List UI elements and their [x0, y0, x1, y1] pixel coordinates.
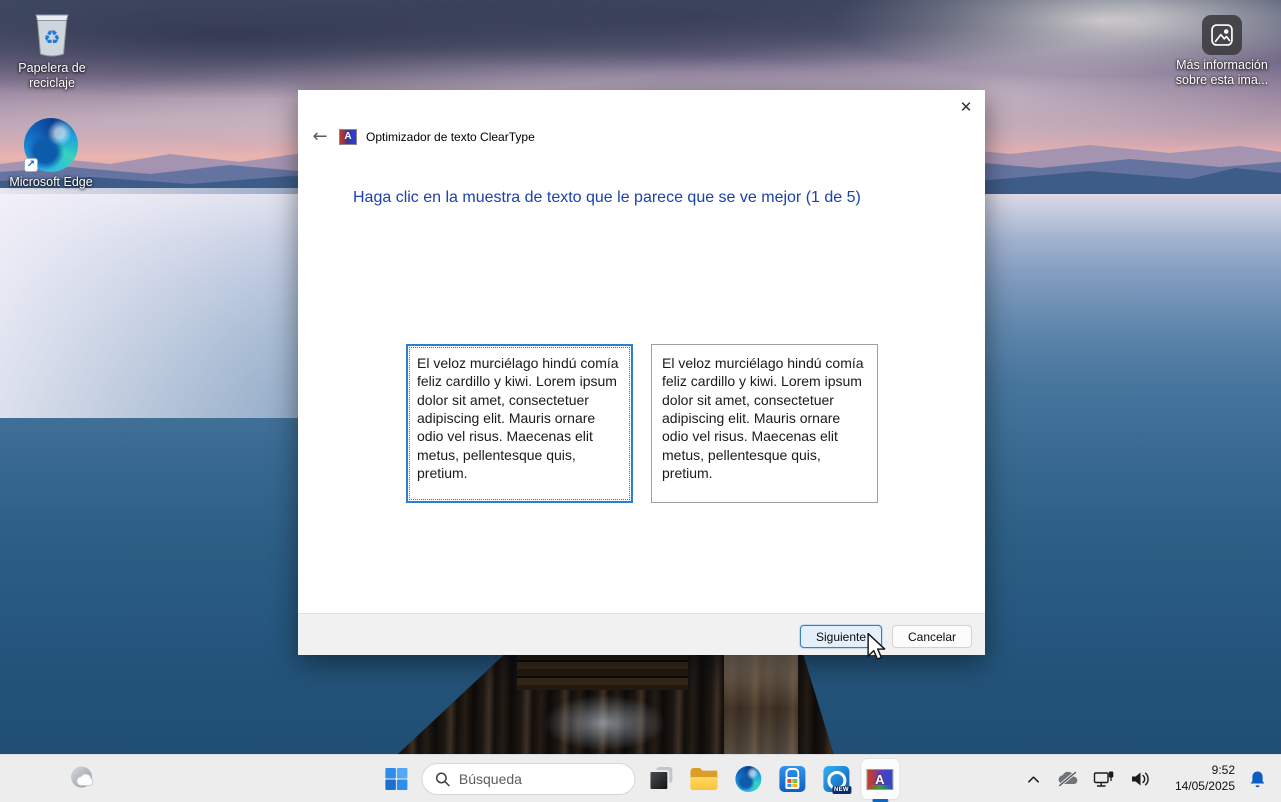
cleartype-app-icon: A [339, 128, 357, 145]
wooden-dock [398, 653, 834, 754]
dock-cross-planks [516, 653, 689, 691]
widgets-button[interactable] [64, 759, 102, 799]
notification-bell-icon [1250, 771, 1264, 788]
tray-time: 9:52 [1211, 763, 1235, 778]
search-icon [435, 772, 450, 786]
outlook-new-badge: NEW [831, 786, 851, 794]
outlook-button[interactable]: NEW [817, 759, 855, 799]
cleartype-letter: A [344, 130, 352, 142]
task-view-icon [647, 767, 672, 791]
taskbar-search[interactable] [420, 763, 635, 795]
spotlight-picture-icon [1202, 15, 1242, 55]
desktop-icon-label: Papelera de reciclaje [18, 61, 86, 90]
shortcut-arrow-icon: ↗ [24, 158, 38, 172]
cleartype-letter: A [875, 771, 885, 787]
network-tray-button[interactable] [1091, 766, 1117, 792]
instruction-heading: Haga clic en la muestra de texto que le … [353, 189, 861, 206]
volume-tray-button[interactable] [1127, 766, 1153, 792]
sample-text: El veloz murciélago hindú comía feliz ca… [417, 355, 619, 481]
speaker-icon [1131, 772, 1149, 786]
dialog-header: ← A Optimizador de texto ClearType [310, 126, 535, 147]
microsoft-store-icon [778, 766, 805, 792]
desktop-icon-microsoft-edge[interactable]: ↗ Microsoft Edge [5, 118, 97, 190]
file-explorer-icon [690, 768, 718, 790]
edge-icon: ↗ [24, 118, 78, 172]
mouse-cursor [867, 632, 886, 660]
outlook-icon: NEW [822, 766, 851, 794]
recycle-bin-icon: ♻ [30, 8, 74, 58]
file-explorer-button[interactable] [685, 759, 723, 799]
recycle-symbol-icon: ♻ [43, 28, 61, 49]
desktop-icon-spotlight-info[interactable]: Más información sobre esta ima... [1166, 15, 1278, 88]
store-window-grid [784, 777, 799, 789]
desktop-icon-recycle-bin[interactable]: ♻ Papelera de reciclaje [8, 8, 96, 91]
dock-highlight [723, 653, 799, 754]
edge-icon [734, 766, 761, 792]
windows-start-icon [384, 768, 407, 790]
widgets-weather-icon [71, 766, 94, 788]
cleartype-taskbar-button[interactable]: A [860, 759, 899, 802]
tray-overflow-button[interactable] [1021, 766, 1045, 792]
close-icon: ✕ [959, 98, 973, 116]
search-input[interactable] [458, 771, 619, 787]
back-button[interactable]: ← [310, 126, 330, 147]
back-arrow-icon: ← [312, 126, 328, 147]
cleartype-icon: A [866, 768, 894, 790]
cancel-button[interactable]: Cancelar [892, 625, 972, 648]
text-sample-alternative[interactable]: El veloz murciélago hindú comía feliz ca… [651, 344, 878, 503]
wired-network-icon [1093, 771, 1114, 787]
edge-taskbar-button[interactable] [729, 759, 767, 799]
onedrive-paused-icon [1058, 770, 1078, 788]
notifications-button[interactable] [1245, 766, 1269, 792]
sample-text: El veloz murciélago hindú comía feliz ca… [662, 355, 864, 481]
task-view-button[interactable] [641, 759, 679, 799]
desktop-icon-label: Más información sobre esta ima... [1175, 58, 1269, 87]
cleartype-tuner-window: ✕ ← A Optimizador de texto ClearType Hag… [298, 90, 985, 655]
chevron-up-icon [1027, 776, 1039, 783]
tray-date: 14/05/2025 [1174, 779, 1235, 793]
clock-tray-button[interactable]: 9:52 14/05/2025 [1163, 763, 1235, 794]
window-title: Optimizador de texto ClearType [366, 129, 535, 144]
text-sample-selected[interactable]: El veloz murciélago hindú comía feliz ca… [406, 344, 633, 503]
close-button[interactable]: ✕ [951, 94, 981, 120]
desktop-icon-label: Microsoft Edge [9, 175, 93, 189]
microsoft-store-button[interactable] [773, 759, 811, 799]
taskbar: NEW A [0, 754, 1281, 802]
dock-sheen [543, 695, 667, 751]
start-button[interactable] [377, 759, 415, 799]
onedrive-tray-button[interactable] [1055, 766, 1081, 792]
desktop: ♻ Papelera de reciclaje ↗ Microsoft Edge… [0, 0, 1281, 802]
